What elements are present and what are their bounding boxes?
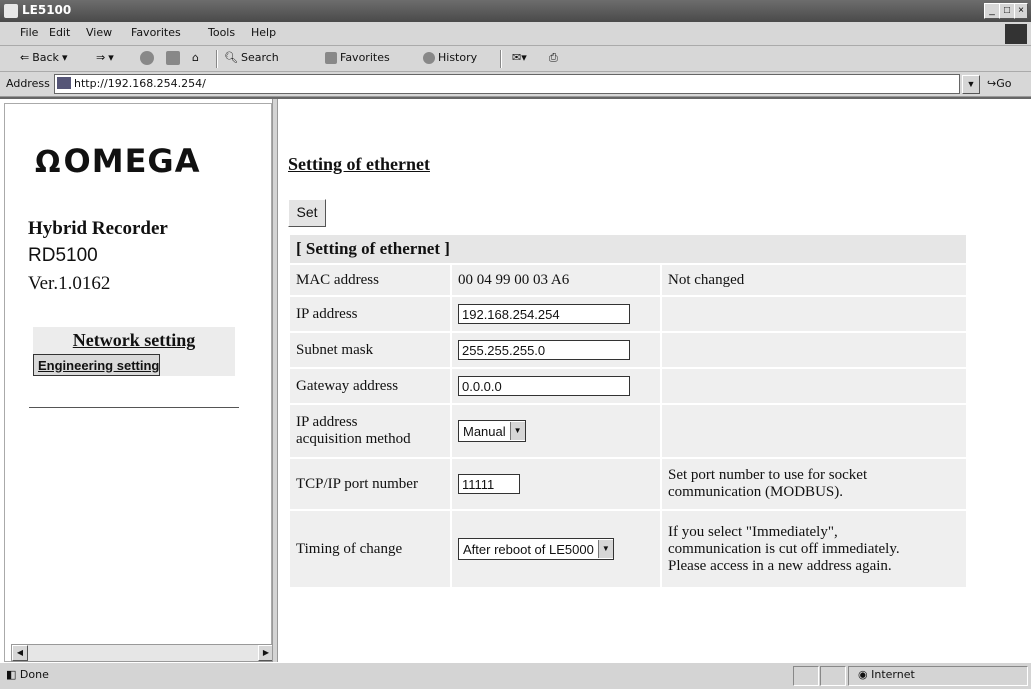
scroll-left-icon[interactable]: ◀	[12, 645, 28, 661]
toolbar-separator	[500, 50, 502, 68]
ip-address-input[interactable]: 192.168.254.254	[458, 304, 630, 324]
history-icon	[423, 51, 435, 64]
nav-network-setting[interactable]: Network setting	[33, 327, 235, 354]
back-arrow-icon: ⇐	[20, 51, 30, 64]
model-label: RD5100	[28, 245, 98, 266]
menu-tools[interactable]: Tools	[208, 26, 235, 39]
ie-icon	[4, 4, 18, 18]
back-dropdown-icon: ▾	[61, 51, 68, 64]
mail-icon: ✉▾	[512, 51, 527, 64]
favorites-icon	[325, 51, 337, 64]
table-row: Subnet mask 255.255.255.0	[290, 333, 966, 367]
gateway-label: Gateway address	[290, 369, 450, 403]
go-arrow-icon: ↪	[987, 77, 997, 90]
title-bar: LE5100 _ □ ×	[0, 0, 1031, 22]
left-frame: ΩOMEGA Hybrid Recorder RD5100 Ver.1.0162…	[4, 103, 275, 662]
ethernet-settings-table: [ Setting of ethernet ] MAC address 00 0…	[290, 233, 966, 589]
menu-edit[interactable]: Edit	[49, 26, 70, 39]
forward-dropdown-icon: ▾	[108, 51, 114, 64]
table-row: Timing of change After reboot of LE5000 ▼…	[290, 511, 966, 587]
status-panel	[820, 666, 846, 686]
menu-file[interactable]: File	[20, 26, 38, 39]
close-button[interactable]: ×	[1014, 3, 1028, 19]
nav-engineering-setting[interactable]: Engineering setting	[33, 354, 161, 376]
omega-symbol-icon: Ω	[35, 145, 62, 180]
timing-of-change-select[interactable]: After reboot of LE5000 ▼	[458, 538, 614, 560]
windows-logo-icon	[1005, 24, 1027, 44]
home-icon: ⌂	[192, 51, 199, 64]
stop-icon	[140, 51, 154, 65]
mac-value: 00 04 99 00 03 A6	[450, 265, 660, 295]
search-button[interactable]: 🔍︎ Search	[224, 51, 279, 64]
address-label: Address	[6, 77, 50, 90]
mac-label: MAC address	[290, 265, 450, 295]
version-label: Ver.1.0162	[28, 273, 111, 294]
window-title: LE5100	[22, 3, 72, 17]
globe-icon: ◉	[858, 668, 868, 681]
maximize-button[interactable]: □	[999, 3, 1015, 19]
refresh-button[interactable]	[166, 51, 180, 65]
history-button[interactable]: History	[423, 51, 477, 64]
chevron-down-icon: ▼	[509, 422, 525, 440]
mac-note: Not changed	[660, 265, 966, 295]
table-row: IP address acquisition method Manual ▼	[290, 405, 966, 457]
back-button[interactable]: ⇐ Back ▾	[20, 51, 67, 64]
section-header: [ Setting of ethernet ]	[290, 235, 966, 263]
port-label: TCP/IP port number	[290, 459, 450, 509]
nav-menu: Network setting Engineering setting	[33, 327, 235, 376]
page-icon	[57, 77, 71, 89]
menu-help[interactable]: Help	[251, 26, 276, 39]
port-note: Set port number to use for socket commun…	[660, 459, 966, 509]
browser-window: LE5100 _ □ × File Edit View Favorites To…	[0, 0, 1031, 689]
status-bar: ◧ Done ◉ Internet	[0, 662, 1031, 689]
table-row: Gateway address 0.0.0.0	[290, 369, 966, 403]
print-button[interactable]: ⎙	[549, 51, 558, 65]
table-row: TCP/IP port number 11111 Set port number…	[290, 459, 966, 509]
mail-button[interactable]: ✉▾	[512, 51, 527, 64]
table-row: MAC address 00 04 99 00 03 A6 Not change…	[290, 265, 966, 295]
set-button[interactable]: Set	[288, 199, 326, 227]
page-title: Setting of ethernet	[288, 154, 430, 174]
toolbar: ⇐ Back ▾ ⇒ ▾ ⌂ 🔍︎ Search Favorites Histo…	[0, 46, 1031, 72]
status-panel	[793, 666, 819, 686]
stop-button[interactable]	[140, 51, 154, 65]
go-button[interactable]: ↪Go	[987, 77, 1011, 90]
toolbar-separator	[216, 50, 218, 68]
horizontal-scrollbar[interactable]: ◀ ▶	[11, 644, 275, 662]
frame-divider[interactable]	[272, 99, 278, 664]
favorites-button[interactable]: Favorites	[325, 51, 390, 64]
timing-label: Timing of change	[290, 511, 450, 587]
printer-icon: ⎙	[549, 51, 558, 64]
table-header-row: [ Setting of ethernet ]	[290, 235, 966, 263]
chevron-down-icon: ▼	[597, 540, 613, 558]
minimize-button[interactable]: _	[984, 3, 1000, 19]
subnet-mask-input[interactable]: 255.255.255.0	[458, 340, 630, 360]
address-dropdown-button[interactable]: ▼	[962, 75, 980, 94]
ip-label: IP address	[290, 297, 450, 331]
address-url: http://192.168.254.254/	[74, 77, 206, 90]
product-line-label: Hybrid Recorder	[28, 218, 168, 239]
menu-view[interactable]: View	[86, 26, 112, 39]
menu-favorites[interactable]: Favorites	[131, 26, 181, 39]
home-button[interactable]: ⌂	[192, 51, 199, 64]
acquisition-method-select[interactable]: Manual ▼	[458, 420, 526, 442]
nav-divider	[29, 407, 239, 408]
forward-arrow-icon: ⇒	[96, 51, 106, 64]
gateway-address-input[interactable]: 0.0.0.0	[458, 376, 630, 396]
zone-indicator: ◉ Internet	[858, 668, 915, 681]
port-number-input[interactable]: 11111	[458, 474, 520, 494]
table-row: IP address 192.168.254.254	[290, 297, 966, 331]
acquisition-method-label: IP address acquisition method	[290, 405, 450, 457]
timing-note: If you select "Immediately", communicati…	[660, 511, 966, 587]
status-text: ◧ Done	[6, 668, 49, 681]
omega-logo: ΩOMEGA	[35, 142, 201, 180]
address-input[interactable]: http://192.168.254.254/	[54, 74, 960, 94]
address-bar: Address http://192.168.254.254/ ▼ ↪Go	[0, 72, 1031, 97]
search-icon: 🔍︎	[224, 51, 238, 64]
menu-bar: File Edit View Favorites Tools Help	[0, 22, 1031, 46]
page-done-icon: ◧	[6, 668, 17, 681]
refresh-icon	[166, 51, 180, 65]
subnet-label: Subnet mask	[290, 333, 450, 367]
forward-button[interactable]: ⇒ ▾	[96, 51, 114, 64]
